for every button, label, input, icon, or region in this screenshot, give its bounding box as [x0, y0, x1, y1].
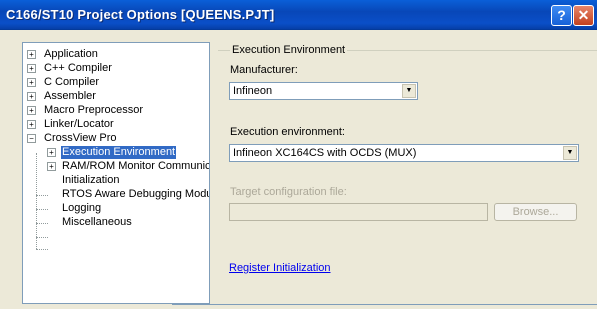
- tree-item-label: Macro Preprocessor: [44, 104, 144, 116]
- tree-item-miscellaneous[interactable]: Miscellaneous: [23, 216, 209, 229]
- tree-item-rtos-aware-debugging[interactable]: RTOS Aware Debugging Module: [23, 188, 209, 201]
- expand-icon[interactable]: +: [27, 92, 36, 101]
- group-title: Execution Environment: [230, 44, 348, 56]
- tree-item-initialization[interactable]: Initialization: [23, 174, 209, 187]
- browse-button[interactable]: Browse...: [494, 203, 577, 221]
- expand-icon[interactable]: +: [27, 78, 36, 87]
- target-config-field[interactable]: [229, 203, 488, 221]
- tree-item-macro-preprocessor[interactable]: + Macro Preprocessor: [23, 104, 209, 117]
- tree-item-logging[interactable]: Logging: [23, 202, 209, 215]
- manufacturer-label: Manufacturer:: [230, 64, 298, 76]
- tree-item-label: Miscellaneous: [62, 216, 132, 228]
- tree-item-assembler[interactable]: + Assembler: [23, 90, 209, 103]
- title-bar: C166/ST10 Project Options [QUEENS.PJT] ?…: [0, 0, 597, 30]
- tree-item-label: CrossView Pro: [44, 132, 117, 144]
- tree-item-label: Assembler: [44, 90, 96, 102]
- chevron-down-icon[interactable]: ▼: [563, 146, 577, 160]
- tree-item-application[interactable]: + Application: [23, 48, 209, 61]
- manufacturer-select[interactable]: Infineon ▼: [229, 82, 418, 100]
- expand-icon[interactable]: +: [27, 50, 36, 59]
- tree-item-label: RAM/ROM Monitor Communicat: [62, 160, 210, 172]
- tree-item-label: C Compiler: [44, 76, 100, 88]
- expand-icon[interactable]: +: [27, 106, 36, 115]
- tree-connector: [36, 249, 48, 250]
- browse-button-label: Browse...: [512, 206, 559, 218]
- tree-item-execution-environment[interactable]: + Execution Environment: [23, 146, 209, 159]
- execution-environment-select[interactable]: Infineon XC164CS with OCDS (MUX) ▼: [229, 144, 579, 162]
- expand-icon[interactable]: +: [47, 162, 56, 171]
- help-button[interactable]: ?: [551, 5, 572, 26]
- target-config-label: Target configuration file:: [230, 186, 347, 198]
- tree-item-c-compiler[interactable]: + C Compiler: [23, 76, 209, 89]
- tree-item-crossview-pro[interactable]: − CrossView Pro: [23, 132, 209, 145]
- execution-environment-label: Execution environment:: [230, 126, 345, 138]
- tree-item-cpp-compiler[interactable]: + C++ Compiler: [23, 62, 209, 75]
- tree-item-label: Initialization: [62, 174, 120, 186]
- expand-icon[interactable]: +: [27, 64, 36, 73]
- options-tree[interactable]: + Application + C++ Compiler + C Compile…: [22, 42, 210, 304]
- close-button[interactable]: ✕: [573, 5, 594, 26]
- expand-icon[interactable]: +: [47, 148, 56, 157]
- tree-item-ram-rom-monitor[interactable]: + RAM/ROM Monitor Communicat: [23, 160, 209, 173]
- tree-item-linker-locator[interactable]: + Linker/Locator: [23, 118, 209, 131]
- window-title: C166/ST10 Project Options [QUEENS.PJT]: [6, 7, 275, 22]
- register-initialization-link[interactable]: Register Initialization: [229, 262, 331, 274]
- help-icon: ?: [557, 7, 566, 23]
- tree-item-label: Linker/Locator: [44, 118, 114, 130]
- collapse-icon[interactable]: −: [27, 134, 36, 143]
- page-border: [172, 304, 597, 305]
- tree-connector: [36, 237, 48, 238]
- manufacturer-value: Infineon: [233, 85, 273, 97]
- tree-item-label: RTOS Aware Debugging Module: [62, 188, 210, 200]
- chevron-down-icon[interactable]: ▼: [402, 84, 416, 98]
- execution-environment-value: Infineon XC164CS with OCDS (MUX): [233, 147, 417, 159]
- expand-icon[interactable]: +: [27, 120, 36, 129]
- tree-item-label: Logging: [62, 202, 102, 214]
- close-icon: ✕: [577, 7, 590, 23]
- tree-item-label: Execution Environment: [61, 146, 177, 159]
- tree-item-label: Application: [44, 48, 98, 60]
- tree-item-label: C++ Compiler: [44, 62, 112, 74]
